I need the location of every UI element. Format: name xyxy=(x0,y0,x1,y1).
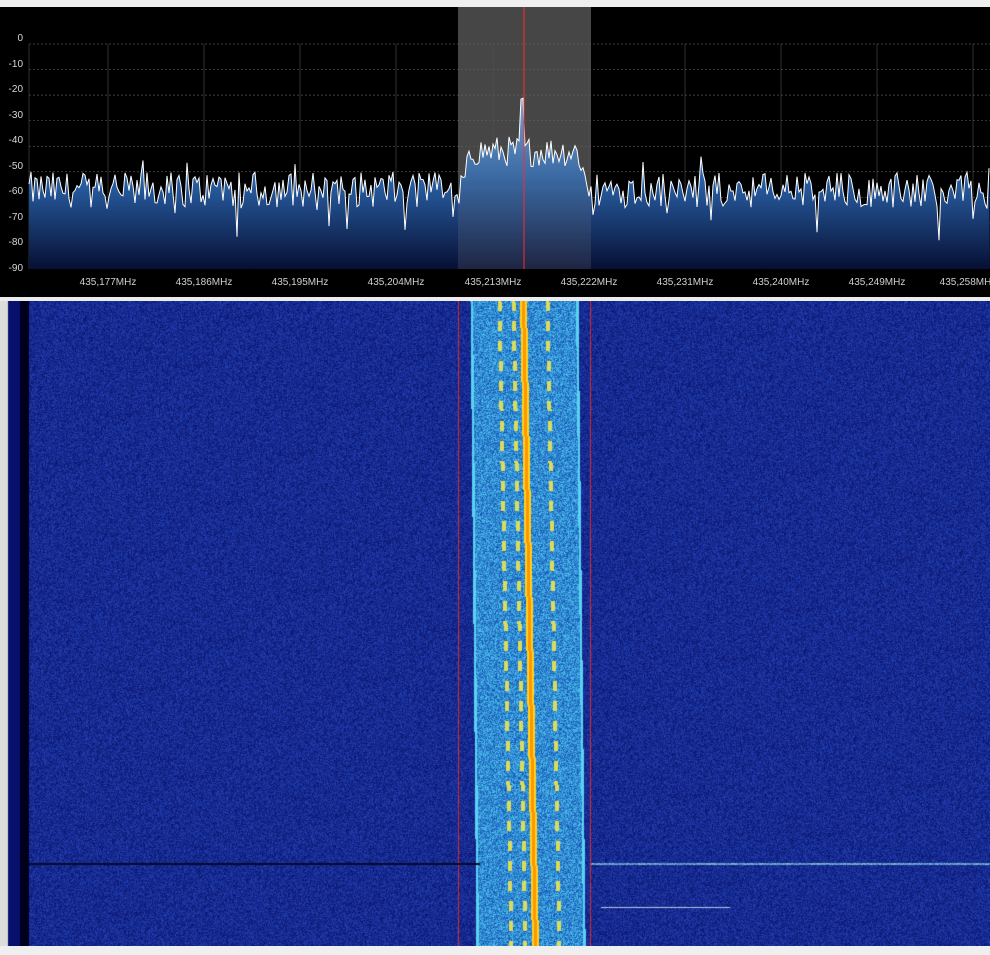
y-tick-label: -60 xyxy=(9,186,24,197)
waterfall-canvas[interactable] xyxy=(0,301,990,946)
frequency-tick-label: 435,231MHz xyxy=(657,277,714,288)
waterfall-display[interactable] xyxy=(0,301,990,946)
frequency-tick-label: 435,249MHz xyxy=(849,277,906,288)
y-tick-label: -70 xyxy=(9,212,24,223)
frequency-tick-label: 435,213MHz xyxy=(465,277,522,288)
frequency-tick-label: 435,222MHz xyxy=(561,277,618,288)
frequency-tick-label: 435,240MHz xyxy=(753,277,810,288)
frequency-tick-label: 435,204MHz xyxy=(368,277,425,288)
spectrum-plot[interactable]: 0 -10 -20 -30 -40 -50 -60 -70 -80 -90 43… xyxy=(0,7,990,297)
y-tick-label: 0 xyxy=(17,33,23,44)
sdr-receiver-window: 0 -10 -20 -30 -40 -50 -60 -70 -80 -90 43… xyxy=(0,0,990,955)
y-tick-label: -20 xyxy=(9,84,24,95)
y-tick-label: -50 xyxy=(9,161,24,172)
spectrum-display[interactable]: 0 -10 -20 -30 -40 -50 -60 -70 -80 -90 43… xyxy=(0,7,990,297)
y-tick-label: -10 xyxy=(9,59,24,70)
y-tick-label: -40 xyxy=(9,135,24,146)
frequency-tick-label: 435,186MHz xyxy=(176,277,233,288)
y-tick-label: -30 xyxy=(9,110,24,121)
frequency-tick-label: 435,258MHz xyxy=(940,277,990,288)
frequency-tick-label: 435,177MHz xyxy=(80,277,137,288)
y-tick-label: -80 xyxy=(9,237,24,248)
y-tick-label: -90 xyxy=(9,263,24,274)
frequency-tick-label: 435,195MHz xyxy=(272,277,329,288)
